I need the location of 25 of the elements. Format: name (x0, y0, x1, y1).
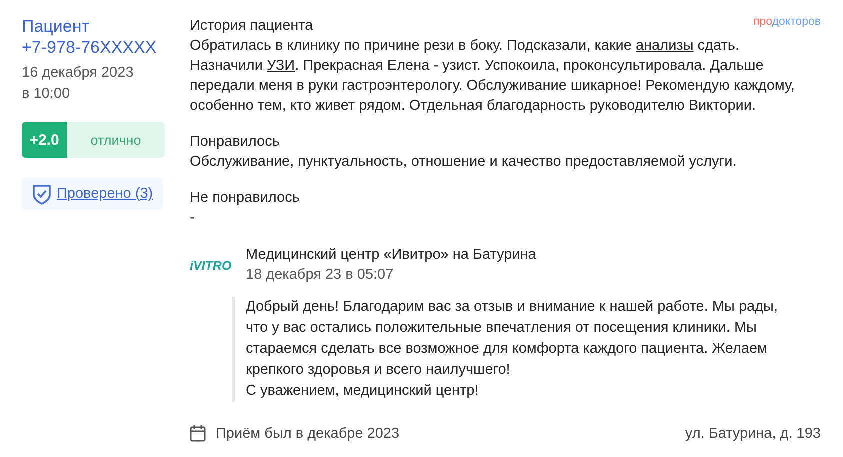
clinic-logo: iVITRO (190, 259, 233, 273)
disliked-title: Не понравилось (190, 189, 301, 208)
rating-label: отлично (90, 132, 142, 150)
shield-check-icon (32, 183, 52, 205)
review-time: в 10:00 (22, 85, 72, 104)
liked-text: Обслуживание, пунктуальность, отношение и качество предоставляемой услуги. (190, 153, 738, 172)
clinic-name: Медицинский центр «Ивитро» на Батурина (246, 246, 536, 265)
review-date: 16 декабря 2023 (22, 64, 135, 83)
clinic-address: ул. Батурина, д. 193 (685, 426, 821, 442)
patient-name[interactable]: Пациент (22, 16, 165, 37)
verified-link[interactable]: Проверено (3) (57, 186, 154, 202)
reply-text: Добрый день! Благодарим вас за отзыв и внимание к нашей работе. Мы рады, что у вас остались положительные впечатления от посещения клиники. Мы стараемся сделать все возможное для комфорта каждого пациента. Желаем крепкого здоровья и всего наилучшего! (246, 298, 779, 380)
liked-title: Понравилось (190, 133, 281, 152)
story-link[interactable]: анализы (636, 38, 694, 54)
patient-phone[interactable]: +7-978-76XXXXX (22, 37, 165, 58)
calendar-icon (190, 425, 206, 442)
reply-text: С уважением, медицинский центр! (246, 382, 480, 401)
rating-score: +2.0 (22, 122, 67, 158)
story-link[interactable]: УЗИ (267, 58, 296, 74)
site-logo[interactable]: продокторов (754, 16, 821, 28)
story-text: Обратилась в клинику по причине рези в боку. Подсказали, какие анализы сдать. Назначили УЗИ. Прекрасная Елена - узист. Успокоила, проконсультировала. Дальше передали меня в руки гастроэнтерологу. Обслуживание шикарное! Рекомендую каждому, особенно тем, кто живет рядом. Отдельная благодарность руководителю Виктории. (190, 37, 796, 116)
reply-date: 18 декабря 23 в 05:07 (246, 266, 395, 285)
visit-date: Приём был в декабре 2023 (216, 426, 400, 442)
story-title: История пациента (190, 17, 314, 36)
disliked-text: - (190, 209, 196, 228)
